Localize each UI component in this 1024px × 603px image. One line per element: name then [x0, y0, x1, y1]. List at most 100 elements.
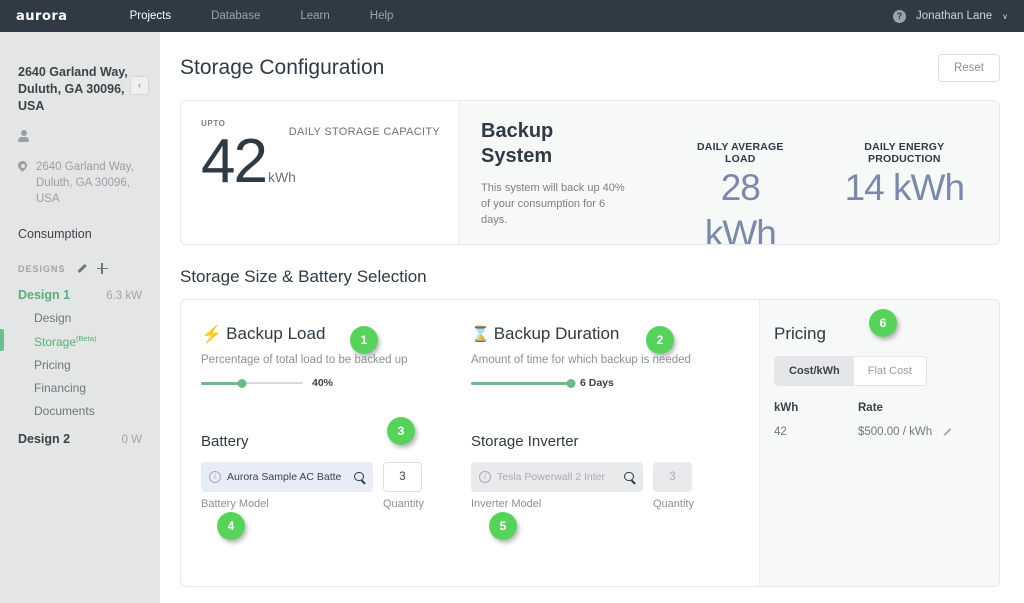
battery-quantity-label: Quantity	[383, 498, 424, 510]
sidebar-design-2[interactable]: Design 2 0 W	[0, 418, 160, 446]
pricing-table-header: kWh Rate	[774, 402, 999, 414]
nav-item-projects[interactable]: Projects	[110, 0, 192, 32]
summary-stats-group: DAILY AVERAGE LOAD 28 kWh DAILY ENERGY P…	[681, 119, 981, 244]
slider-fill	[201, 382, 242, 385]
search-icon[interactable]	[624, 471, 635, 483]
page-title: Storage Configuration	[180, 56, 385, 79]
location-pin-icon	[18, 161, 27, 173]
battery-quantity-input[interactable]: 3	[383, 462, 422, 492]
tab-flat-cost[interactable]: Flat Cost	[853, 357, 926, 385]
pricing-mode-toggle: Cost/kWh Flat Cost	[774, 356, 927, 386]
slider-fill	[471, 382, 571, 385]
battery-model-label: Battery Model	[201, 498, 269, 510]
active-indicator-bar	[0, 329, 4, 351]
info-icon[interactable]: i	[209, 471, 221, 483]
help-circle-icon[interactable]: ?	[893, 9, 907, 23]
pricing-cell-rate: $500.00 / kWh	[858, 426, 933, 438]
nav-item-database[interactable]: Database	[191, 0, 280, 32]
topbar-right-group: ? Jonathan Lane ∨	[893, 9, 1008, 23]
backup-title-line-1: Backup	[481, 120, 554, 142]
table-row: 42 $500.00 / kWh	[774, 426, 999, 438]
main-content: Storage Configuration Reset UPTO DAILY S…	[160, 32, 1024, 603]
inverter-model-input[interactable]: i Tesla Powerwall 2 Inter	[471, 462, 643, 492]
inverter-title: Storage Inverter	[471, 433, 579, 450]
battery-title: Battery	[201, 433, 249, 450]
inverter-sub-labels: Inverter Model Quantity	[471, 498, 741, 510]
user-menu-label[interactable]: Jonathan Lane	[916, 10, 992, 22]
beta-tag: (Beta)	[76, 334, 97, 343]
stat-daily-average-load-value: 28 kWh	[704, 167, 777, 245]
inverter-field-row: i Tesla Powerwall 2 Inter 3	[471, 462, 741, 492]
backup-duration-slider[interactable]	[471, 378, 576, 388]
sidebar-item-documents-label: Documents	[34, 404, 95, 418]
capacity-unit: kWh	[267, 169, 296, 185]
sidebar-collapse-button[interactable]: ‹	[130, 76, 149, 95]
backup-duration-value: 6 Days	[580, 377, 614, 389]
sidebar-item-design[interactable]: Design	[0, 302, 160, 325]
battery-model-input[interactable]: i Aurora Sample AC Batte	[201, 462, 373, 492]
aurora-logo[interactable]: aurora	[16, 9, 68, 24]
design-2-power: 0 W	[121, 434, 142, 446]
sidebar-item-documents[interactable]: Documents	[0, 395, 160, 418]
daily-storage-capacity-label: DAILY STORAGE CAPACITY	[288, 126, 440, 138]
backup-load-header: ⚡ Backup Load	[201, 324, 471, 344]
slider-knob[interactable]	[566, 378, 576, 388]
step-badge-4: 4	[217, 512, 245, 540]
stat-daily-average-load-label: DAILY AVERAGE LOAD	[697, 141, 784, 165]
sidebar-item-design-label: Design	[34, 311, 72, 325]
nav-item-help[interactable]: Help	[350, 0, 414, 32]
stat-daily-average-load: DAILY AVERAGE LOAD 28 kWh	[681, 141, 800, 244]
pencil-icon[interactable]	[942, 427, 952, 437]
reset-button[interactable]: Reset	[937, 54, 1000, 82]
storage-summary-card: UPTO DAILY STORAGE CAPACITY 42 kWh Backup…	[180, 100, 1000, 245]
page-header: Storage Configuration Reset	[180, 32, 1000, 100]
battery-model-value: Aurora Sample AC Batte	[227, 471, 342, 483]
hourglass-icon: ⌛	[471, 325, 490, 343]
capacity-value: 42	[201, 127, 268, 196]
pencil-icon[interactable]	[76, 263, 87, 274]
step-badge-6: 6	[869, 309, 897, 337]
search-icon[interactable]	[354, 471, 365, 483]
sidebar-address-row: 2640 Garland Way, Duluth, GA 30096, USA	[0, 147, 160, 207]
design-1-power: 6.3 kW	[106, 290, 142, 302]
step-badge-1: 1	[350, 326, 378, 354]
sidebar-item-storage-label: Storage	[34, 335, 77, 349]
design-2-name: Design 2	[18, 432, 71, 446]
designs-section-label: DESIGNS	[18, 263, 66, 274]
backup-duration-subtitle: Amount of time for which backup is neede…	[471, 354, 691, 366]
backup-load-column: ⚡ Backup Load Percentage of total load t…	[201, 324, 471, 586]
sidebar: ‹ 2640 Garland Way, Duluth, GA 30096, US…	[0, 32, 160, 603]
battery-group: Battery i Aurora Sample AC Batte 3 Batte…	[201, 433, 471, 510]
backup-load-slider[interactable]	[201, 378, 303, 388]
pricing-col-rate: Rate	[858, 402, 883, 414]
chevron-down-icon[interactable]: ∨	[1002, 12, 1008, 21]
tab-cost-per-kwh[interactable]: Cost/kWh	[775, 357, 854, 385]
backup-system-title: Backup System	[481, 119, 681, 169]
sidebar-item-consumption[interactable]: Consumption	[0, 207, 160, 241]
info-icon[interactable]: i	[479, 471, 491, 483]
daily-storage-capacity-panel: UPTO DAILY STORAGE CAPACITY 42 kWh	[181, 101, 459, 244]
sidebar-item-pricing[interactable]: Pricing	[0, 349, 160, 372]
bolt-icon: ⚡	[201, 324, 223, 344]
page-body: ‹ 2640 Garland Way, Duluth, GA 30096, US…	[0, 32, 1024, 603]
person-icon	[18, 130, 29, 142]
stat-daily-energy-production-value: 14 kWh	[844, 167, 965, 208]
step-badge-3: 3	[387, 417, 415, 445]
stat-daily-energy-production: DAILY ENERGY PRODUCTION 14 kWh	[828, 141, 981, 244]
pricing-col-kwh: kWh	[774, 402, 799, 414]
sidebar-address-text: 2640 Garland Way, Duluth, GA 30096, USA	[36, 161, 134, 205]
sidebar-design-1[interactable]: Design 1 6.3 kW	[0, 274, 160, 302]
sidebar-designs-header: DESIGNS	[0, 241, 160, 274]
slider-knob[interactable]	[237, 378, 247, 388]
sidebar-item-financing-label: Financing	[34, 381, 87, 395]
inverter-quantity-label: Quantity	[653, 498, 694, 510]
pricing-table: kWh Rate 42 $500.00 / kWh	[774, 402, 999, 438]
sidebar-item-pricing-label: Pricing	[34, 358, 71, 372]
design-1-name: Design 1	[18, 288, 71, 302]
backup-duration-slider-row: 6 Days	[471, 377, 741, 389]
inverter-model-value: Tesla Powerwall 2 Inter	[497, 471, 605, 483]
nav-item-learn[interactable]: Learn	[280, 0, 349, 32]
plus-icon[interactable]	[96, 263, 108, 274]
sidebar-item-storage[interactable]: Storage(Beta)	[0, 325, 160, 351]
sidebar-item-financing[interactable]: Financing	[0, 372, 160, 395]
